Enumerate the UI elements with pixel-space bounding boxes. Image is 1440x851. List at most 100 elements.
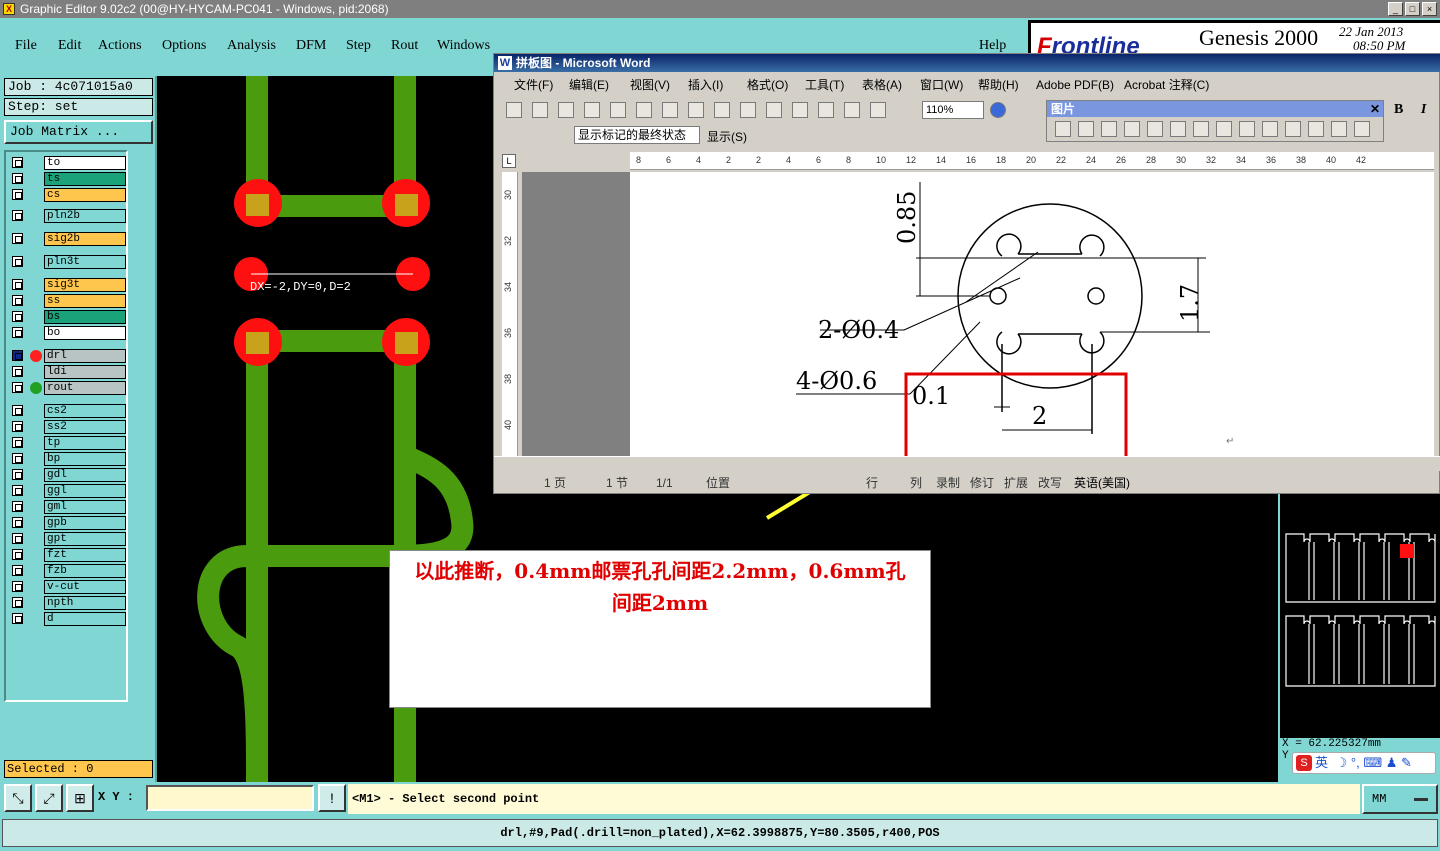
layer-row-v-cut[interactable]: v-cut [10,580,126,594]
markup-display-select[interactable]: 显示标记的最终状态 [574,126,700,144]
layer-row-tp[interactable]: tp [10,436,126,450]
menu-options[interactable]: Options [162,38,206,54]
layer-checkbox[interactable] [12,295,23,306]
layer-row-rout[interactable]: rout [10,381,126,395]
picture-tool-icon[interactable] [1239,121,1255,137]
layer-checkbox[interactable] [12,173,23,184]
layer-name[interactable]: d [44,612,126,626]
preview-icon[interactable] [636,102,652,118]
layer-checkbox[interactable] [12,210,23,221]
table-icon[interactable] [870,102,886,118]
layer-row-ggl[interactable]: ggl [10,484,126,498]
layer-name[interactable]: sig3t [44,278,126,292]
layer-checkbox[interactable] [12,613,23,624]
vertical-ruler[interactable]: 30 32 34 36 38 40 [502,172,518,456]
picture-tool-icon[interactable] [1308,121,1324,137]
picture-tool-icon[interactable] [1262,121,1278,137]
layer-checkbox[interactable] [12,501,23,512]
layer-checkbox[interactable] [12,405,23,416]
layer-checkbox[interactable] [12,565,23,576]
layer-row-drl[interactable]: drl [10,349,126,363]
layer-name[interactable]: ss2 [44,420,126,434]
layer-checkbox[interactable] [12,581,23,592]
word-menu-item[interactable]: 窗口(W) [920,74,963,96]
layer-name[interactable]: gpt [44,532,126,546]
picture-tool-icon[interactable] [1170,121,1186,137]
layer-name[interactable]: bo [44,326,126,340]
paste-icon[interactable] [766,102,782,118]
layer-name[interactable]: drl [44,349,126,363]
bold-button[interactable]: B [1394,102,1403,117]
sogou-icon[interactable]: S [1296,755,1312,771]
menu-dfm[interactable]: DFM [296,38,326,54]
menu-actions[interactable]: Actions [98,38,142,54]
layer-row-gpb[interactable]: gpb [10,516,126,530]
layer-row-fzt[interactable]: fzt [10,548,126,562]
zoom-select[interactable]: 110% [922,101,984,119]
layer-checkbox[interactable] [12,327,23,338]
show-menu[interactable]: 显示(S) [707,128,747,145]
layer-row-pln3t[interactable]: pln3t [10,255,126,269]
layer-row-d[interactable]: d [10,612,126,626]
layer-checkbox[interactable] [12,311,23,322]
save-icon[interactable] [558,102,574,118]
layer-row-bp[interactable]: bp [10,452,126,466]
ime-tools-icon[interactable]: ☽ °, ⌨ ♟ ✎ [1336,755,1412,770]
status-rec[interactable]: 录制 [936,472,960,494]
layer-checkbox[interactable] [12,421,23,432]
layer-checkbox[interactable] [12,382,23,393]
status-ext[interactable]: 扩展 [1004,472,1028,494]
italic-button[interactable]: I [1421,102,1426,117]
ime-toolbar[interactable]: S英 ☽ °, ⌨ ♟ ✎ [1292,752,1436,774]
layer-row-pln2b[interactable]: pln2b [10,209,126,223]
menu-file[interactable]: File [15,38,37,54]
layer-checkbox[interactable] [12,233,23,244]
status-ovr[interactable]: 改写 [1038,472,1062,494]
undo-icon[interactable] [818,102,834,118]
zoom-area-icon[interactable]: ⤢ [35,784,63,812]
layer-checkbox[interactable] [12,366,23,377]
layer-row-ts[interactable]: ts [10,172,126,186]
layer-row-gdl[interactable]: gdl [10,468,126,482]
layer-name[interactable]: fzb [44,564,126,578]
layer-name[interactable]: cs2 [44,404,126,418]
layer-checkbox[interactable] [12,597,23,608]
ime-lang[interactable]: 英 [1315,755,1328,770]
layer-row-cs2[interactable]: cs2 [10,404,126,418]
word-menu-item[interactable]: 视图(V) [630,74,670,96]
layer-row-sig3t[interactable]: sig3t [10,278,126,292]
layer-row-ss[interactable]: ss [10,294,126,308]
layer-checkbox[interactable] [12,453,23,464]
picture-tool-icon[interactable] [1285,121,1301,137]
layer-checkbox[interactable] [12,549,23,560]
layer-row-gpt[interactable]: gpt [10,532,126,546]
format-painter-icon[interactable] [792,102,808,118]
layer-name[interactable]: gml [44,500,126,514]
picture-tool-icon[interactable] [1193,121,1209,137]
research-icon[interactable] [688,102,704,118]
layer-checkbox[interactable] [12,189,23,200]
picture-tool-icon[interactable] [1055,121,1071,137]
alert-icon[interactable]: ! [318,784,346,812]
layer-row-to[interactable]: to [10,156,126,170]
layer-name[interactable]: npth [44,596,126,610]
layer-row-fzb[interactable]: fzb [10,564,126,578]
xy-input[interactable] [146,785,314,811]
help-icon[interactable] [990,102,1006,118]
menu-edit[interactable]: Edit [58,38,81,54]
layer-row-sig2b[interactable]: sig2b [10,232,126,246]
layer-name[interactable]: sig2b [44,232,126,246]
word-menu-item[interactable]: 文件(F) [514,74,553,96]
job-matrix-button[interactable]: Job Matrix ... [4,120,153,144]
permission-icon[interactable] [584,102,600,118]
layer-name[interactable]: gdl [44,468,126,482]
picture-tool-icon[interactable] [1078,121,1094,137]
menu-analysis[interactable]: Analysis [227,38,276,54]
layer-name[interactable]: bp [44,452,126,466]
layer-name[interactable]: rout [44,381,126,395]
word-menu-item[interactable]: 格式(O) [747,74,788,96]
hyperlink-icon[interactable] [844,102,860,118]
status-trk[interactable]: 修订 [970,472,994,494]
picture-toolbar-close-icon[interactable]: ✕ [1370,101,1380,117]
maximize-button[interactable]: □ [1405,2,1420,16]
